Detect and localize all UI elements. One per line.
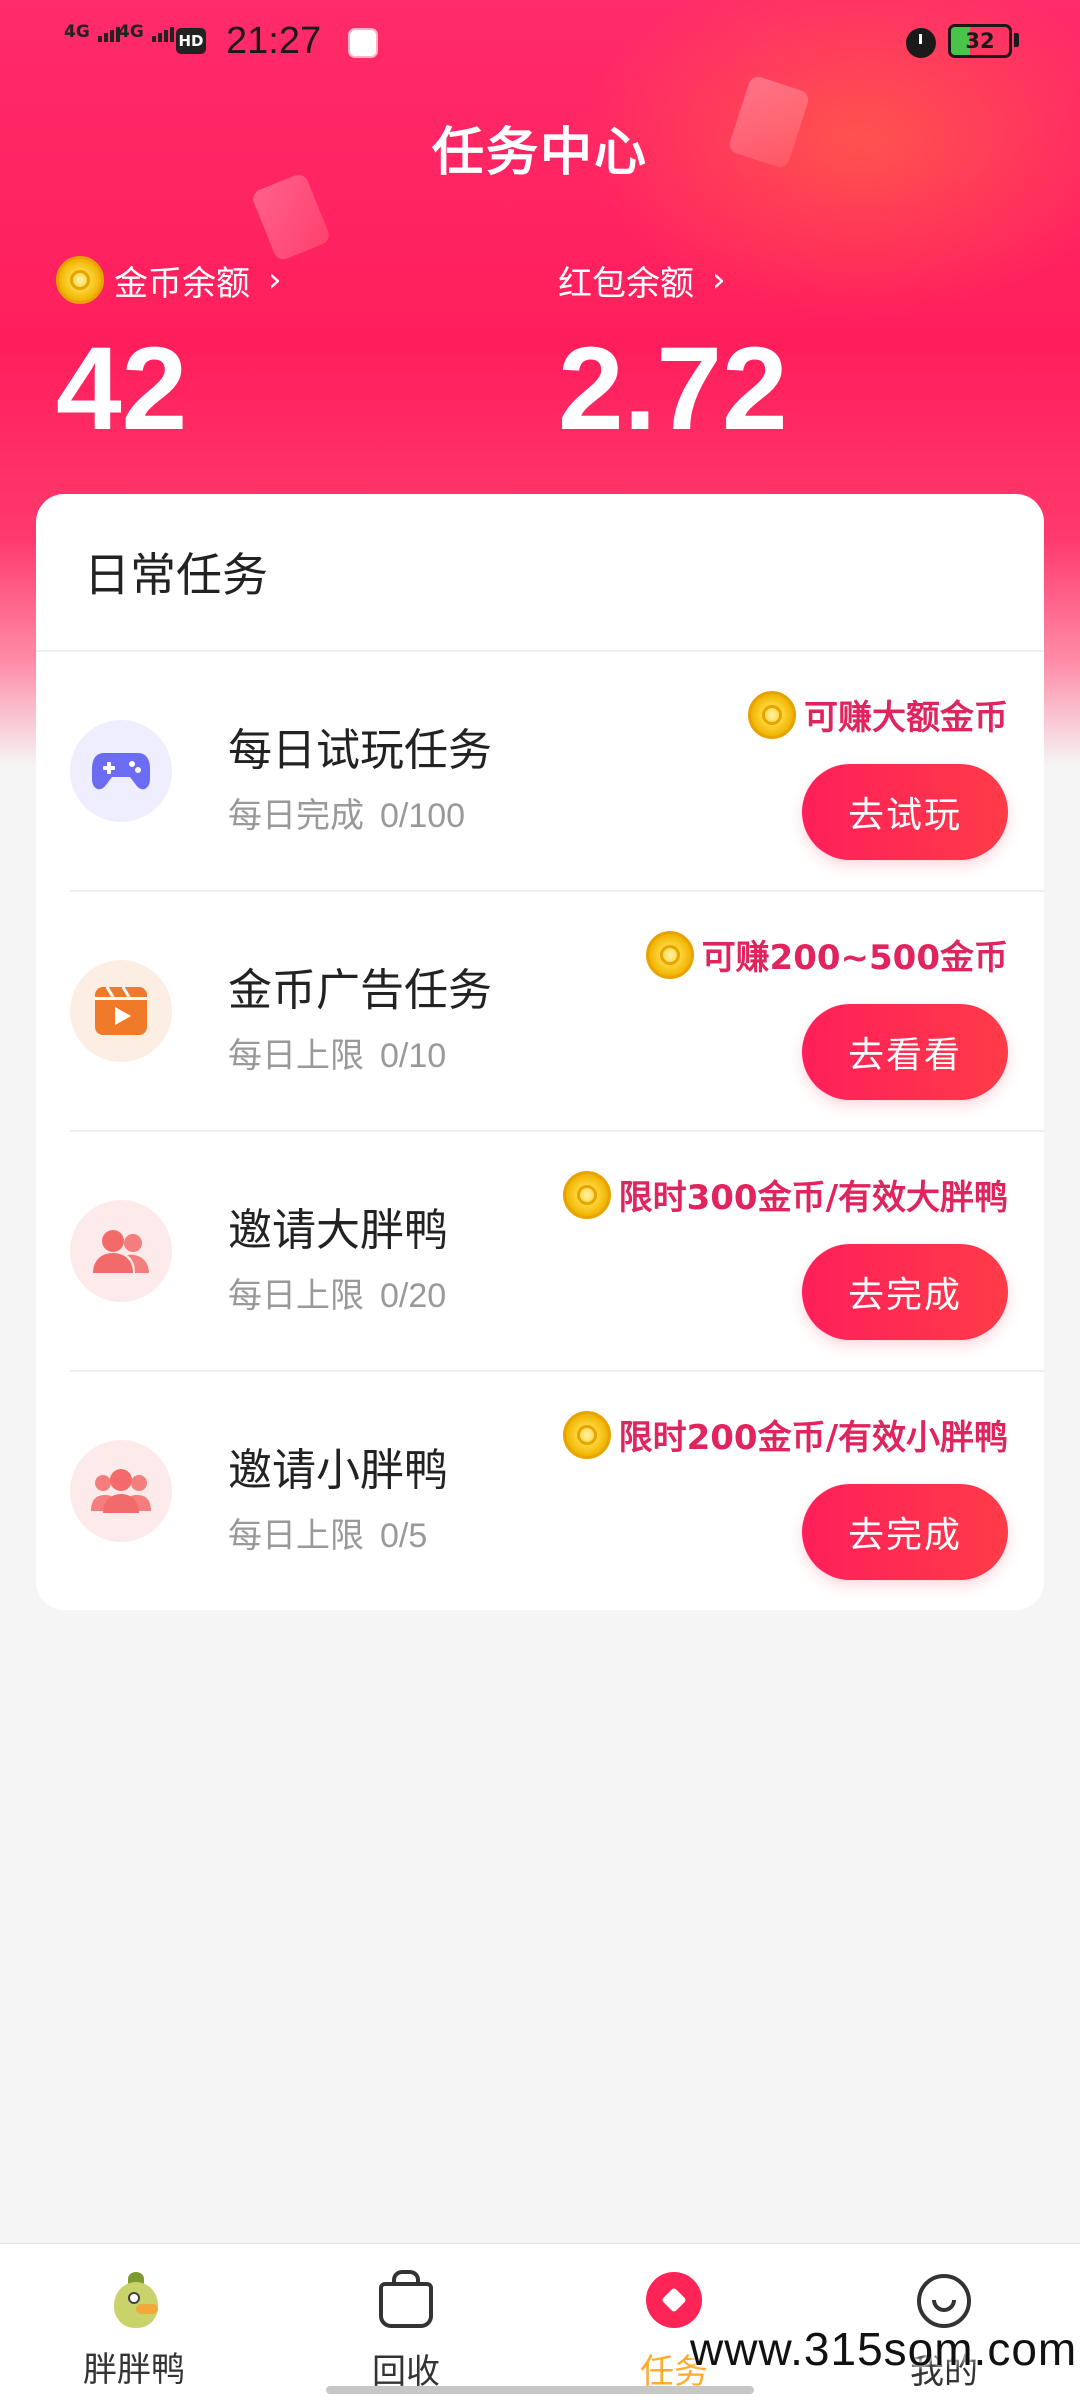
task-progress-label: 每日上限 xyxy=(228,1036,364,1076)
task-item: 每日试玩任务 每日完成 0/100 可赚大额金币 去试玩 xyxy=(70,652,1044,892)
task-name: 每日试玩任务 xyxy=(228,725,492,776)
task-reward: 限时200金币/有效小胖鸭 xyxy=(562,1410,1008,1459)
task-item: 邀请大胖鸭 每日上限 0/20 限时300金币/有效大胖鸭 去完成 xyxy=(70,1132,1044,1372)
chevron-right-icon: › xyxy=(712,260,726,300)
task-reward-text: 可赚大额金币 xyxy=(804,698,1008,738)
task-center-page: 4G 4G HD 21:27 32 任务中心 金币余额 › 42 红包余额 › … xyxy=(0,0,1080,2400)
battery-level: 32 xyxy=(965,29,995,53)
nav-label: 胖胖鸭 xyxy=(83,2350,185,2390)
coin-icon xyxy=(56,256,104,304)
nav-item-home[interactable]: 胖胖鸭 xyxy=(34,2268,234,2391)
coin-icon xyxy=(562,1410,611,1459)
signal-1-icon: 4G xyxy=(64,22,122,42)
red-packet-balance[interactable]: 红包余额 › 2.72 xyxy=(558,252,788,448)
app-notification-icon xyxy=(348,28,378,58)
task-reward-text: 可赚200~500金币 xyxy=(701,938,1008,978)
hd-voice-icon: HD xyxy=(176,28,206,54)
task-progress-label: 每日上限 xyxy=(228,1276,364,1316)
task-name: 邀请大胖鸭 xyxy=(228,1205,448,1256)
task-item: 邀请小胖鸭 每日上限 0/5 限时200金币/有效小胖鸭 去完成 xyxy=(70,1372,1044,1610)
coin-icon xyxy=(748,690,796,739)
nav-item-recycle[interactable]: 回收 xyxy=(306,2268,506,2393)
task-name: 邀请小胖鸭 xyxy=(228,1445,448,1496)
task-reward: 限时300金币/有效大胖鸭 xyxy=(562,1170,1008,1219)
video-play-icon xyxy=(70,960,172,1062)
watch-ad-button[interactable]: 去看看 xyxy=(802,1004,1008,1100)
task-progress: 每日完成 0/100 xyxy=(228,788,465,837)
coin-balance-label: 金币余额 xyxy=(114,263,250,304)
signal-2-icon: 4G xyxy=(118,22,176,42)
battery-icon: 32 xyxy=(948,24,1012,58)
status-bar: 4G 4G HD 21:27 32 xyxy=(0,0,1080,88)
task-progress-label: 每日上限 xyxy=(228,1516,364,1556)
group-icon xyxy=(70,1440,172,1542)
task-progress-count: 0/100 xyxy=(380,797,466,835)
try-play-button[interactable]: 去试玩 xyxy=(802,764,1008,860)
coin-icon xyxy=(645,930,694,979)
network-type-label: 4G xyxy=(118,22,144,42)
network-type-label: 4G xyxy=(64,22,90,42)
status-time: 21:27 xyxy=(226,20,322,62)
duck-icon xyxy=(104,2268,164,2330)
task-progress: 每日上限 0/5 xyxy=(228,1508,427,1557)
task-name: 金币广告任务 xyxy=(228,965,492,1016)
home-indicator[interactable] xyxy=(326,2386,754,2394)
task-progress: 每日上限 0/10 xyxy=(228,1028,446,1077)
task-reward: 可赚大额金币 xyxy=(748,690,1008,739)
gamepad-icon xyxy=(70,720,172,822)
task-progress: 每日上限 0/20 xyxy=(228,1268,446,1317)
task-progress-count: 0/20 xyxy=(380,1277,447,1315)
task-progress-label: 每日完成 xyxy=(228,796,364,836)
coin-balance-link[interactable]: 金币余额 › xyxy=(56,252,282,308)
battery-cap xyxy=(1014,33,1019,47)
coin-balance[interactable]: 金币余额 › 42 xyxy=(56,252,282,448)
task-progress-count: 0/10 xyxy=(380,1037,447,1075)
task-reward: 可赚200~500金币 xyxy=(645,930,1008,979)
red-packet-balance-value: 2.72 xyxy=(558,323,788,455)
chevron-right-icon: › xyxy=(268,260,282,300)
invite-small-duck-button[interactable]: 去完成 xyxy=(802,1484,1008,1580)
task-item: 金币广告任务 每日上限 0/10 可赚200~500金币 去看看 xyxy=(70,892,1044,1132)
daily-tasks-card: 日常任务 每日试玩任务 每日完成 0/100 可赚大额金币 去试玩 金币广告任务… xyxy=(36,494,1044,1610)
invite-big-duck-button[interactable]: 去完成 xyxy=(802,1244,1008,1340)
section-title: 日常任务 xyxy=(36,494,1044,652)
task-reward-text: 限时200金币/有效小胖鸭 xyxy=(618,1418,1008,1458)
alarm-icon xyxy=(906,28,936,58)
coin-icon xyxy=(562,1170,611,1219)
watermark: www.315som.com xyxy=(690,2323,1078,2375)
red-packet-balance-link[interactable]: 红包余额 › xyxy=(558,252,788,308)
coin-balance-value: 42 xyxy=(56,323,188,455)
task-reward-text: 限时300金币/有效大胖鸭 xyxy=(618,1178,1008,1218)
basket-icon xyxy=(374,2268,438,2332)
task-progress-count: 0/5 xyxy=(380,1517,428,1555)
users-icon xyxy=(70,1200,172,1302)
red-packet-decoration xyxy=(250,171,332,263)
red-packet-balance-label: 红包余额 xyxy=(558,263,694,304)
page-title: 任务中心 xyxy=(431,123,648,183)
